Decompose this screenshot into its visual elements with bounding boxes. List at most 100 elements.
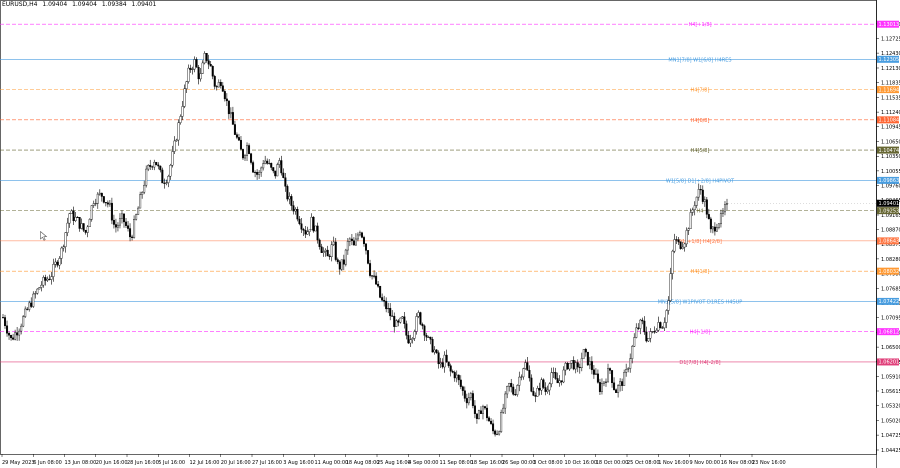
candle-body bbox=[312, 216, 315, 232]
candle-body bbox=[169, 164, 172, 177]
candle-body bbox=[635, 327, 638, 338]
candle-body bbox=[387, 308, 390, 310]
candle-body bbox=[58, 258, 61, 266]
candle-body bbox=[290, 196, 293, 206]
candle-body bbox=[252, 162, 255, 173]
candle-body bbox=[139, 194, 142, 209]
candle-body bbox=[8, 333, 11, 336]
candle-body bbox=[340, 259, 343, 270]
candle-body bbox=[526, 362, 529, 371]
candle-body bbox=[223, 91, 226, 100]
price-chart[interactable]: H4[+1/8] MN1[7/8] W1[6/8] H4RES H4[7/8] H4[… bbox=[0, 0, 900, 468]
candle-body bbox=[494, 430, 497, 435]
candle-body bbox=[552, 372, 555, 374]
candle-body bbox=[685, 230, 688, 245]
candle-body bbox=[22, 316, 25, 327]
candle-body bbox=[673, 239, 676, 252]
candle-body bbox=[693, 205, 696, 211]
time-tick-label: 3 Aug 16:00 bbox=[283, 460, 314, 466]
plot-border bbox=[0, 0, 877, 455]
candle-body bbox=[112, 219, 115, 225]
ohlc-open: 1.09404 bbox=[42, 1, 68, 8]
candle-body bbox=[177, 122, 180, 141]
candle-body bbox=[155, 161, 158, 166]
candle-body bbox=[157, 164, 160, 167]
candle-body bbox=[475, 413, 478, 419]
candle-body bbox=[471, 393, 474, 406]
candle-body bbox=[423, 325, 426, 336]
candle-body bbox=[409, 339, 412, 344]
candle-body bbox=[548, 383, 551, 391]
candle-body bbox=[671, 250, 674, 274]
candle-body bbox=[540, 379, 543, 391]
candle-body bbox=[260, 167, 263, 173]
time-tick-label: 27 Jul 16:00 bbox=[252, 460, 282, 466]
candle-body bbox=[453, 372, 456, 379]
candle-body bbox=[602, 381, 605, 384]
time-tick-label: 13 Jun 08:00 bbox=[65, 460, 97, 466]
candle-body bbox=[108, 202, 111, 205]
candle-body bbox=[137, 207, 140, 215]
candle-body bbox=[10, 335, 13, 339]
candle-body bbox=[707, 214, 710, 220]
candle-body bbox=[106, 202, 109, 205]
candle-body bbox=[726, 203, 729, 205]
candle-body bbox=[248, 145, 251, 154]
candle-body bbox=[401, 316, 404, 319]
candle-body bbox=[18, 330, 21, 336]
candle-body bbox=[590, 361, 593, 370]
candle-body bbox=[120, 213, 123, 219]
candle-body bbox=[520, 376, 523, 378]
candle-body bbox=[330, 244, 333, 257]
candle-body bbox=[310, 216, 313, 231]
candle-body bbox=[175, 139, 178, 142]
candle-body bbox=[326, 249, 329, 257]
candle-body bbox=[338, 261, 341, 270]
candle-body bbox=[264, 160, 267, 164]
candle-body bbox=[375, 275, 378, 285]
level-label: W1[5/8] D1[+2/8] H4PIVOT bbox=[666, 178, 735, 184]
candle-body bbox=[296, 209, 299, 220]
candle-body bbox=[500, 412, 503, 433]
candle-body bbox=[334, 241, 337, 260]
price-tick-label: 1.11240 bbox=[881, 110, 900, 116]
candle-body bbox=[46, 278, 49, 281]
time-tick-label: 3 Oct 08:00 bbox=[533, 460, 562, 466]
candle-body bbox=[417, 312, 420, 317]
candle-body bbox=[572, 360, 575, 370]
candle-body bbox=[393, 316, 396, 327]
time-tick-label: 12 Jul 16:00 bbox=[190, 460, 220, 466]
candle-body bbox=[358, 232, 361, 236]
price-tick-label: 1.04725 bbox=[881, 433, 900, 439]
candle-body bbox=[490, 420, 493, 424]
candle-body bbox=[141, 192, 144, 195]
price-tick-label: 1.06500 bbox=[881, 345, 900, 351]
candle-body bbox=[48, 278, 51, 280]
time-tick-label: 28 Jun 16:00 bbox=[127, 460, 159, 466]
candle-body bbox=[435, 349, 438, 353]
candle-body bbox=[74, 216, 77, 221]
level-label: H4[-1/8] bbox=[690, 330, 711, 336]
candle-body bbox=[235, 134, 238, 138]
price-tick-label: 1.08870 bbox=[881, 228, 900, 234]
candle-body bbox=[522, 368, 525, 378]
chart-window[interactable]: H4[+1/8] MN1[7/8] W1[6/8] H4RES H4[7/8] H4[… bbox=[0, 0, 900, 468]
ohlc-close: 1.09401 bbox=[131, 1, 157, 8]
candle-body bbox=[371, 275, 374, 277]
candle-body bbox=[621, 381, 624, 386]
level-label: H4[1/8] bbox=[691, 269, 710, 275]
candle-body bbox=[629, 358, 632, 369]
candle-body bbox=[304, 230, 307, 235]
candle-body bbox=[492, 423, 495, 432]
candle-body bbox=[367, 250, 370, 264]
level-lines: H4[+1/8] MN1[7/8] W1[6/8] H4RES H4[7/8] H4[… bbox=[0, 22, 876, 366]
time-tick-label: 29 May 2023 bbox=[2, 460, 35, 466]
candle-body bbox=[687, 228, 690, 231]
candle-body bbox=[4, 317, 7, 327]
candle-body bbox=[592, 369, 595, 375]
candle-body bbox=[721, 211, 724, 214]
candle-body bbox=[187, 67, 190, 82]
candle-body bbox=[496, 433, 499, 435]
candle-body bbox=[362, 237, 365, 245]
candle-body bbox=[54, 261, 57, 265]
